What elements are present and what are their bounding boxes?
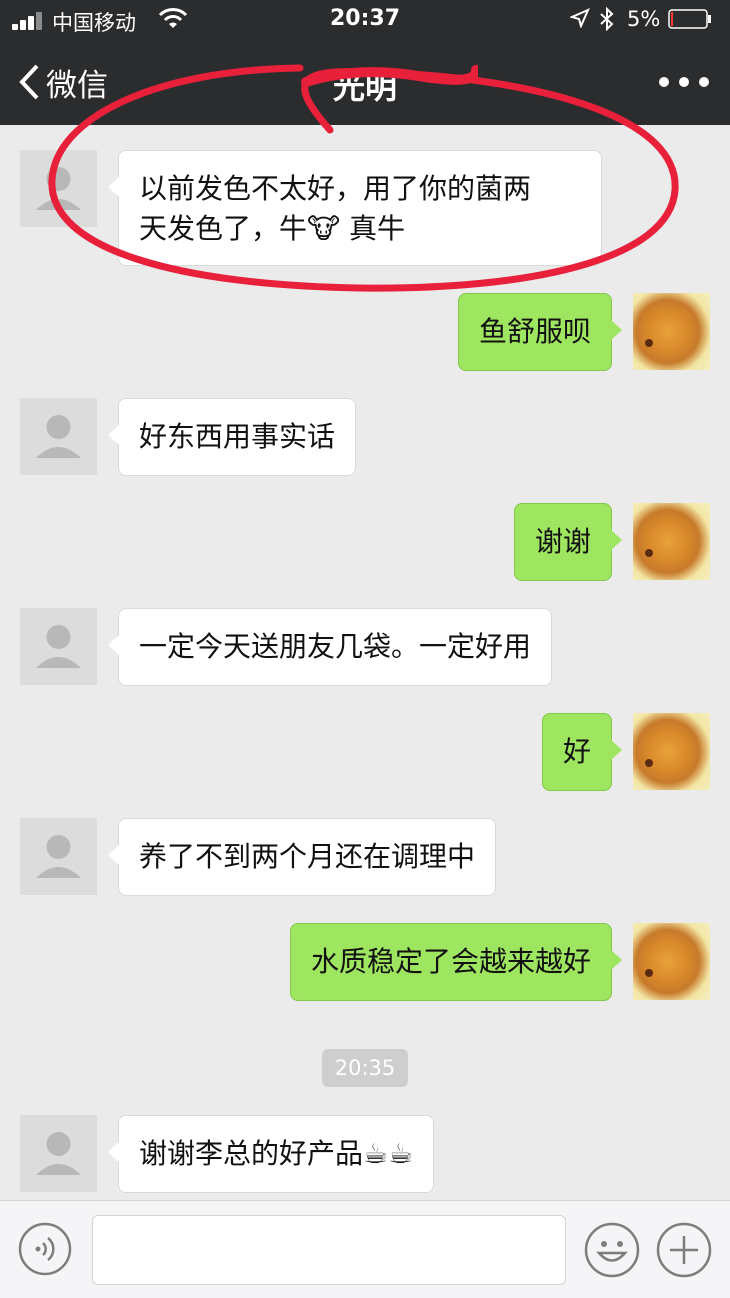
bluetooth-icon [600,7,614,31]
redaction-scribble [301,65,478,87]
status-time: 20:37 [329,6,401,31]
message-text: 谢谢李总的好产品☕☕ [139,1137,414,1170]
message-text: 谢谢 [534,525,591,558]
message-row: 水质稳定了会越来越好 [0,923,730,1003]
message-text: 一定今天送朋友几袋。一定好用 [139,630,532,663]
battery-percent: 5% [627,7,661,31]
message-row: 养了不到两个月还在调理中 [0,818,730,898]
default-person-icon [36,625,81,668]
message-text: 天发色了，牛🐮 真牛 [139,212,406,245]
message-input[interactable] [92,1215,566,1285]
voice-icon[interactable] [18,1222,72,1276]
status-bar: 中国移动 20:37 5% [0,0,730,40]
chat-timestamp: 20:35 [322,1049,408,1087]
message-bubble[interactable]: 以前发色不太好，用了你的菌两 天发色了，牛🐮 真牛 [108,150,602,266]
message-row: 谢谢李总的好产品☕☕ [0,1115,730,1195]
message-text: 好 [562,735,591,768]
message-bubble[interactable]: 水质稳定了会越来越好 [289,923,623,1001]
default-person-icon [36,167,81,210]
message-text: 鱼舒服呗 [478,315,591,348]
default-person-icon [36,835,81,878]
nav-bar: 微信 光明 [0,40,730,125]
plus-icon[interactable] [656,1222,712,1278]
message-row: 以前发色不太好，用了你的菌两 天发色了，牛🐮 真牛 [0,150,730,270]
message-row: 好 [0,713,730,793]
my-avatar[interactable] [633,923,710,1000]
default-person-icon [36,1132,81,1175]
my-avatar[interactable] [633,503,710,580]
location-arrow-icon [570,8,590,28]
default-person-icon [36,415,81,458]
message-row: 一定今天送朋友几袋。一定好用 [0,608,730,688]
message-bubble[interactable]: 养了不到两个月还在调理中 [107,818,497,896]
smiley-icon[interactable] [584,1222,640,1278]
contact-avatar[interactable] [20,150,97,227]
message-row: 好东西用事实话 [0,398,730,478]
message-text: 养了不到两个月还在调理中 [139,840,476,873]
contact-avatar[interactable] [20,398,97,475]
message-bubble[interactable]: 谢谢 [513,503,623,581]
message-bubble[interactable]: 好东西用事实话 [107,398,357,476]
my-avatar[interactable] [633,713,710,790]
contact-avatar[interactable] [20,1115,97,1192]
contact-avatar[interactable] [20,608,97,685]
message-row: 谢谢 [0,503,730,583]
battery-icon [668,9,711,29]
contact-avatar[interactable] [20,818,97,895]
top-bar: 中国移动 20:37 5% 微信 光明 [0,0,730,125]
message-row: 鱼舒服呗 [0,293,730,373]
more-dots-icon[interactable] [656,70,712,94]
chat-area[interactable]: 以前发色不太好，用了你的菌两 天发色了，牛🐮 真牛 鱼舒服呗 好东西用事实话 谢… [0,125,730,1200]
message-text: 好东西用事实话 [139,420,336,453]
message-bubble[interactable]: 鱼舒服呗 [457,293,623,371]
message-bubble[interactable]: 一定今天送朋友几袋。一定好用 [107,608,553,686]
message-text: 水质稳定了会越来越好 [310,945,591,978]
message-bubble[interactable]: 好 [541,713,623,791]
message-bubble[interactable]: 谢谢李总的好产品☕☕ [107,1115,435,1193]
input-bar [0,1200,730,1298]
message-text: 以前发色不太好，用了你的菌两 [139,172,532,205]
my-avatar[interactable] [633,293,710,370]
